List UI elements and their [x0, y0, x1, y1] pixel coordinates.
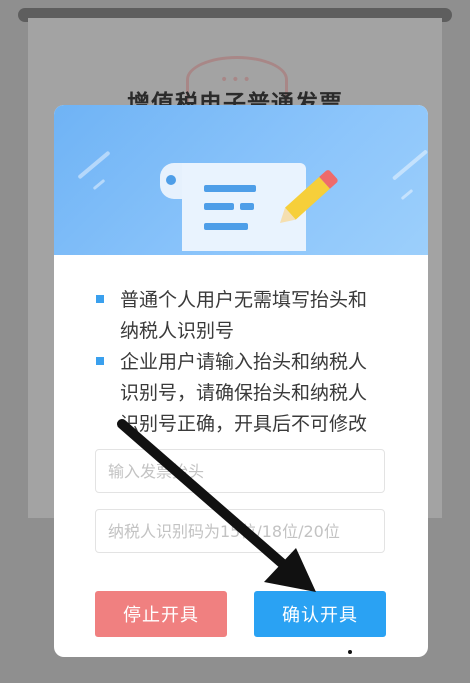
arrow-annotation [117, 419, 316, 592]
